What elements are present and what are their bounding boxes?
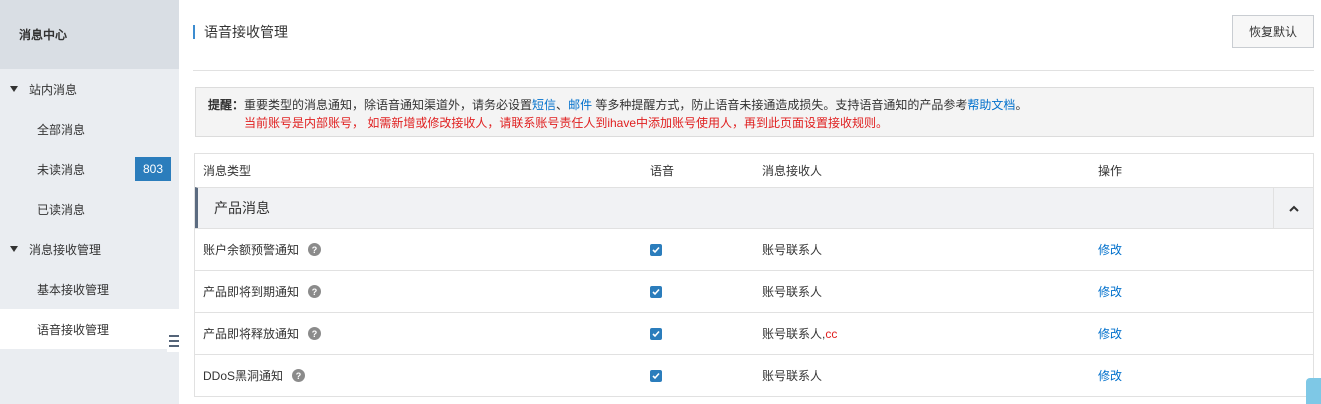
sidebar-group-label: 站内消息 [29, 82, 78, 97]
help-icon[interactable]: ? [308, 285, 322, 298]
voice-cell [650, 313, 662, 354]
app-root: 消息中心 站内消息 全部消息 未读消息 803 已读消息 消息接收管理 基本接收… [0, 0, 1321, 404]
receiver-cell: 账号联系人 [762, 369, 823, 383]
page-title: 语音接收管理 [193, 25, 288, 39]
restore-default-button[interactable]: 恢复默认 [1232, 15, 1314, 48]
sidebar: 消息中心 站内消息 全部消息 未读消息 803 已读消息 消息接收管理 基本接收… [0, 0, 179, 404]
caret-down-icon [10, 86, 18, 92]
notice-text: 重要类型的消息通知，除语音通知渠道外，请务必设置 [244, 98, 533, 112]
collapse-line [169, 345, 179, 347]
main-content: 语音接收管理 恢复默认 提醒：重要类型的消息通知，除语音通知渠道外，请务必设置短… [179, 0, 1321, 404]
help-icon[interactable]: ? [308, 243, 322, 256]
edit-link[interactable]: 修改 [1098, 229, 1122, 270]
chevron-up-icon[interactable] [1273, 188, 1313, 228]
receiver-cell: 账号联系人, cc [762, 313, 837, 354]
receiver-cell: 账号联系人 [762, 285, 823, 299]
notice-label: 提醒： [208, 98, 245, 112]
message-type-label: DDoS黑洞通知 [203, 369, 284, 383]
message-type-label: 账户余额预警通知 [203, 243, 300, 257]
sidebar-group-receive-management[interactable]: 消息接收管理 [0, 229, 179, 269]
voice-cell [650, 355, 662, 396]
table-row: 产品即将到期通知 ? 账号联系人 修改 [195, 270, 1313, 312]
column-header-receiver: 消息接收人 [762, 164, 823, 178]
group-title: 产品消息 [214, 200, 270, 216]
edit-link[interactable]: 修改 [1098, 355, 1122, 396]
voice-settings-table: 消息类型 语音 消息接收人 操作 产品消息 账户余额预警通知 ? 账号联系人 修… [194, 153, 1314, 397]
message-type-cell: DDoS黑洞通知 ? [203, 355, 306, 396]
help-doc-link[interactable]: 帮助文档 [967, 98, 1015, 112]
notice-line: 提醒：重要类型的消息通知，除语音通知渠道外，请务必设置短信、邮件 等多种提醒方式… [208, 96, 1301, 114]
sidebar-item-label: 已读消息 [37, 202, 86, 217]
table-row: 产品即将释放通知 ? 账号联系人, cc 修改 [195, 312, 1313, 354]
notice-sep: 、 [556, 98, 569, 112]
message-type-cell: 产品即将到期通知 ? [203, 271, 322, 312]
mail-link[interactable]: 邮件 [568, 98, 592, 112]
chat-widget-icon[interactable] [1306, 378, 1321, 404]
voice-cell [650, 229, 662, 270]
internal-account-warning: 当前账号是内部账号， 如需新增或修改接收人，请联系账号责任人到ihave中添加账… [244, 116, 889, 130]
voice-checkbox[interactable] [650, 285, 662, 298]
edit-link[interactable]: 修改 [1098, 313, 1122, 354]
message-type-label: 产品即将释放通知 [203, 327, 300, 341]
voice-checkbox[interactable] [650, 369, 662, 382]
group-row-product-messages: 产品消息 [195, 187, 1313, 228]
sidebar-item-label: 基本接收管理 [37, 282, 110, 297]
column-header-action: 操作 [1098, 164, 1123, 178]
sidebar-group-inbox[interactable]: 站内消息 [0, 69, 179, 109]
unread-count-badge: 803 [135, 157, 171, 181]
sms-link[interactable]: 短信 [532, 98, 556, 112]
message-type-cell: 账户余额预警通知 ? [203, 229, 322, 270]
sidebar-title: 消息中心 [0, 0, 179, 69]
sidebar-item-unread-messages[interactable]: 未读消息 803 [0, 149, 179, 189]
column-header-type: 消息类型 [203, 164, 252, 178]
edit-link[interactable]: 修改 [1098, 271, 1122, 312]
help-icon[interactable]: ? [308, 327, 322, 340]
collapse-line [169, 335, 179, 337]
table-row: 账户余额预警通知 ? 账号联系人 修改 [195, 228, 1313, 270]
table-header: 消息类型 语音 消息接收人 操作 [195, 154, 1313, 187]
receiver-extra: cc [825, 326, 838, 341]
sidebar-group-label: 消息接收管理 [29, 242, 102, 257]
sidebar-item-voice-receive[interactable]: 语音接收管理 [0, 309, 179, 349]
help-icon[interactable]: ? [292, 369, 306, 382]
notice-box: 提醒：重要类型的消息通知，除语音通知渠道外，请务必设置短信、邮件 等多种提醒方式… [195, 87, 1314, 137]
voice-checkbox[interactable] [650, 243, 662, 256]
voice-cell [650, 271, 662, 312]
table-row: DDoS黑洞通知 ? 账号联系人 修改 [195, 354, 1313, 396]
caret-down-icon [10, 246, 18, 252]
title-bar: 语音接收管理 恢复默认 [193, 0, 1314, 71]
message-type-label: 产品即将到期通知 [203, 285, 300, 299]
notice-text: 等多种提醒方式，防止语音未接通造成损失。支持语音通知的产品参考 [592, 98, 968, 112]
sidebar-item-label: 未读消息 [37, 162, 86, 177]
voice-checkbox[interactable] [650, 327, 662, 340]
message-type-cell: 产品即将释放通知 ? [203, 313, 322, 354]
sidebar-item-all-messages[interactable]: 全部消息 [0, 109, 179, 149]
receiver-label: 账号联系人, [762, 327, 826, 341]
sidebar-item-read-messages[interactable]: 已读消息 [0, 189, 179, 229]
sidebar-item-label: 全部消息 [37, 122, 86, 137]
sidebar-item-label: 语音接收管理 [37, 322, 110, 337]
collapse-line [169, 340, 179, 342]
receiver-cell: 账号联系人 [762, 243, 823, 257]
sidebar-item-basic-receive[interactable]: 基本接收管理 [0, 269, 179, 309]
notice-text: 。 [1015, 98, 1028, 112]
column-header-voice: 语音 [650, 164, 675, 178]
